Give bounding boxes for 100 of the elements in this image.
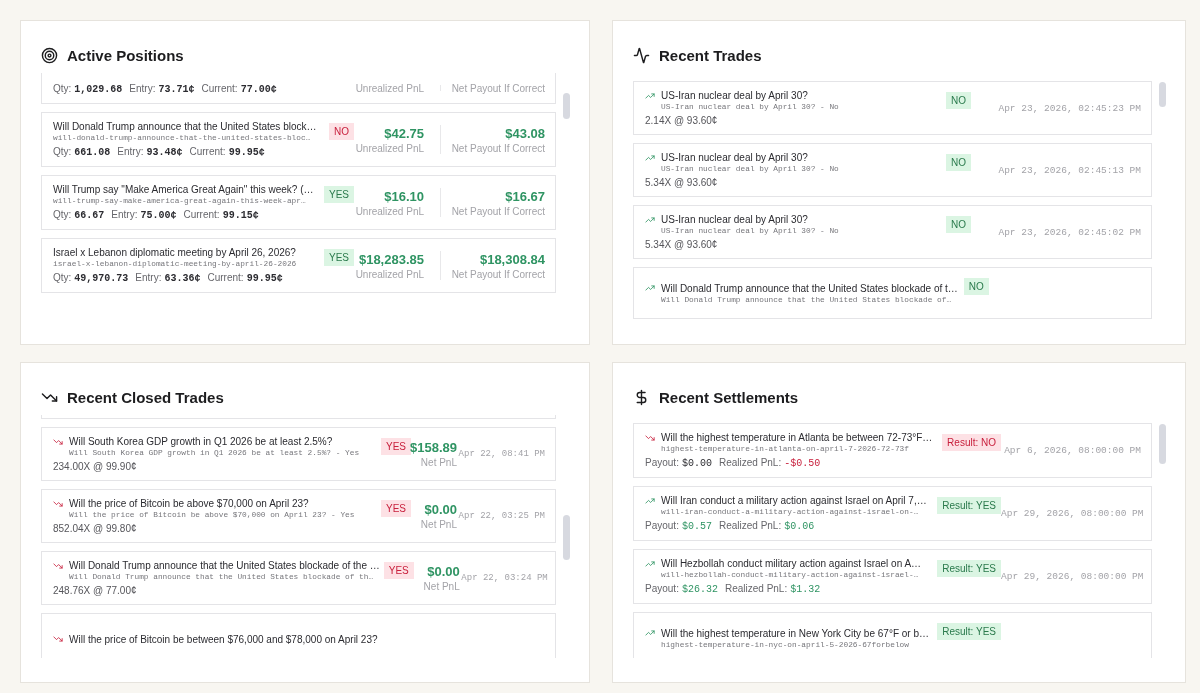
stat-value: $0.00: [681, 458, 712, 469]
stat-label: Current:: [201, 83, 238, 94]
market-title: Will Trump say "Make America Great Again" this week? (…: [53, 184, 315, 195]
stat-value: 1,029.68: [74, 84, 123, 95]
trade-time: Apr 22, 08:41 PM: [457, 449, 545, 459]
stat-value: 77.00¢: [240, 84, 277, 95]
amount: $0.00: [427, 564, 460, 579]
stat-label: Qty:: [53, 146, 72, 157]
stat-label: Payout:: [645, 457, 679, 468]
stat-value: 73.71¢: [158, 84, 195, 95]
amount: $0.00: [424, 502, 457, 517]
target-icon: [41, 46, 58, 64]
stat-value: 99.15¢: [222, 210, 259, 221]
position-card[interactable]: Qty: 1,029.68 Entry: 73.71¢ Current: 77.00¢ Unrealized PnL Net Payout If Correct: [41, 73, 556, 104]
stat-label: Current:: [183, 209, 220, 220]
amount-label: Net PnL: [420, 519, 457, 530]
scrollbar-thumb[interactable]: [1159, 82, 1166, 107]
settlement-time: Apr 29, 2026, 08:00:00 PM: [1001, 571, 1141, 582]
panel-title: Active Positions: [67, 46, 184, 64]
amount: $18,308.84: [479, 251, 545, 267]
stat-label: Qty:: [53, 209, 72, 220]
stat-label: Qty:: [53, 83, 72, 94]
stat-value: 99.95¢: [228, 147, 265, 158]
trade-size: 852.04X @ 99.80¢: [53, 523, 138, 534]
panel-title: Recent Settlements: [659, 388, 799, 406]
amount-label: Net Payout If Correct: [451, 205, 545, 217]
settlement-time: Apr 6, 2026, 08:00:00 PM: [1003, 445, 1141, 456]
amount-label: Unrealized PnL: [355, 142, 424, 154]
stat-label: Realized PnL:: [724, 583, 788, 594]
result-badge: Result: YES: [937, 497, 1001, 514]
side-badge: YES: [324, 249, 354, 266]
stat-value: 49,970.73: [74, 273, 129, 284]
position-card[interactable]: [41, 175, 556, 230]
trade-time: Apr 23, 2026, 02:45:13 PM: [997, 164, 1141, 176]
activity-icon: [633, 46, 650, 64]
market-title: Will South Korea GDP growth in Q1 2026 be at least 2.5%?: [69, 436, 333, 447]
market-title: Will Iran conduct a military action against Israel on April 7,…: [661, 495, 927, 506]
stat-value: 63.36¢: [164, 273, 201, 284]
side-badge: NO: [946, 154, 971, 171]
side-badge: NO: [329, 123, 354, 140]
trade-size: 234.00X @ 99.90¢: [53, 461, 138, 472]
stat-label: Entry:: [129, 83, 156, 94]
amount-label: Unrealized PnL: [355, 268, 424, 280]
market-title: Will the price of Bitcoin be above $70,000 on April 23?: [69, 498, 309, 509]
stat-label: Realized PnL:: [718, 457, 782, 468]
trade-size: 5.34X @ 93.60¢: [645, 239, 719, 250]
market-title: US-Iran nuclear deal by April 30?: [661, 152, 808, 163]
stat-value: $1.32: [790, 584, 821, 595]
trade-time: Apr 22, 03:25 PM: [457, 511, 545, 521]
market-title: Will Hezbollah conduct military action against Israel on A…: [661, 558, 922, 569]
amount: $18,283.85: [358, 251, 424, 267]
stat-label: Qty:: [53, 272, 72, 283]
panel-title: Recent Trades: [659, 46, 762, 64]
scrollbar-thumb[interactable]: [563, 515, 570, 560]
side-badge: NO: [946, 216, 971, 233]
panel-title: Recent Closed Trades: [67, 388, 224, 406]
market-title: US-Iran nuclear deal by April 30?: [661, 90, 808, 101]
side-badge: NO: [963, 278, 989, 295]
market-title: Will Donald Trump announce that the United States block…: [53, 121, 318, 132]
stat-label: Payout:: [645, 520, 679, 531]
trade-time: Apr 23, 2026, 02:45:02 PM: [997, 226, 1141, 238]
trade-time: Apr 23, 2026, 02:45:23 PM: [997, 102, 1141, 114]
stat-value: $0.57: [681, 521, 712, 532]
side-badge: YES: [381, 438, 411, 455]
amount-label: Net Payout If Correct: [451, 268, 545, 280]
stat-value: -$0.50: [784, 458, 821, 469]
result-badge: Result: YES: [937, 623, 1001, 640]
stat-value: $26.32: [681, 584, 718, 595]
stat-label: Payout:: [645, 583, 679, 594]
stat-label: Entry:: [111, 209, 138, 220]
amount: $158.89: [410, 440, 457, 455]
stat-value: 99.95¢: [246, 273, 283, 284]
position-card[interactable]: [41, 112, 556, 167]
amount-label: Net PnL: [423, 581, 460, 592]
market-title: Will Donald Trump announce that the United States blockade of t…: [661, 282, 958, 294]
amount-label: Net Payout If Correct: [451, 142, 545, 154]
trade-size: 248.76X @ 77.00¢: [53, 585, 138, 596]
trade-time: Apr 22, 03:24 PM: [460, 573, 548, 583]
amount-label: Unrealized PnL: [355, 205, 424, 217]
side-badge: YES: [381, 500, 411, 517]
stat-value: 75.00¢: [140, 210, 177, 221]
scrollbar-thumb[interactable]: [1159, 424, 1166, 464]
market-title: Israel x Lebanon diplomatic meeting by April 26, 2026?: [53, 247, 297, 258]
amount-label: Net Payout If Correct: [451, 82, 545, 94]
amount: $16.67: [505, 188, 545, 204]
side-badge: YES: [324, 186, 354, 203]
market-title: US-Iran nuclear deal by April 30?: [661, 214, 808, 225]
market-title: Will the highest temperature in New York City be 67°F or b…: [661, 627, 929, 639]
stat-value: $0.06: [784, 521, 815, 532]
amount: $43.08: [505, 125, 545, 141]
stat-label: Entry:: [135, 272, 162, 283]
result-badge: Result: NO: [942, 434, 1001, 451]
scrollbar-thumb[interactable]: [563, 93, 570, 119]
trade-size: 2.14X @ 93.60¢: [645, 115, 719, 126]
settlement-time: Apr 29, 2026, 08:00:00 PM: [1001, 508, 1141, 519]
market-title: Will Donald Trump announce that the United States blockade of the …: [69, 560, 380, 571]
position-card[interactable]: [41, 238, 556, 293]
amount-label: Unrealized PnL: [355, 82, 424, 94]
closed-trade-card[interactable]: Will the price of Bitcoin be between $76,000 and $78,000 on April 23?: [41, 613, 556, 658]
stat-label: Current:: [207, 272, 244, 283]
